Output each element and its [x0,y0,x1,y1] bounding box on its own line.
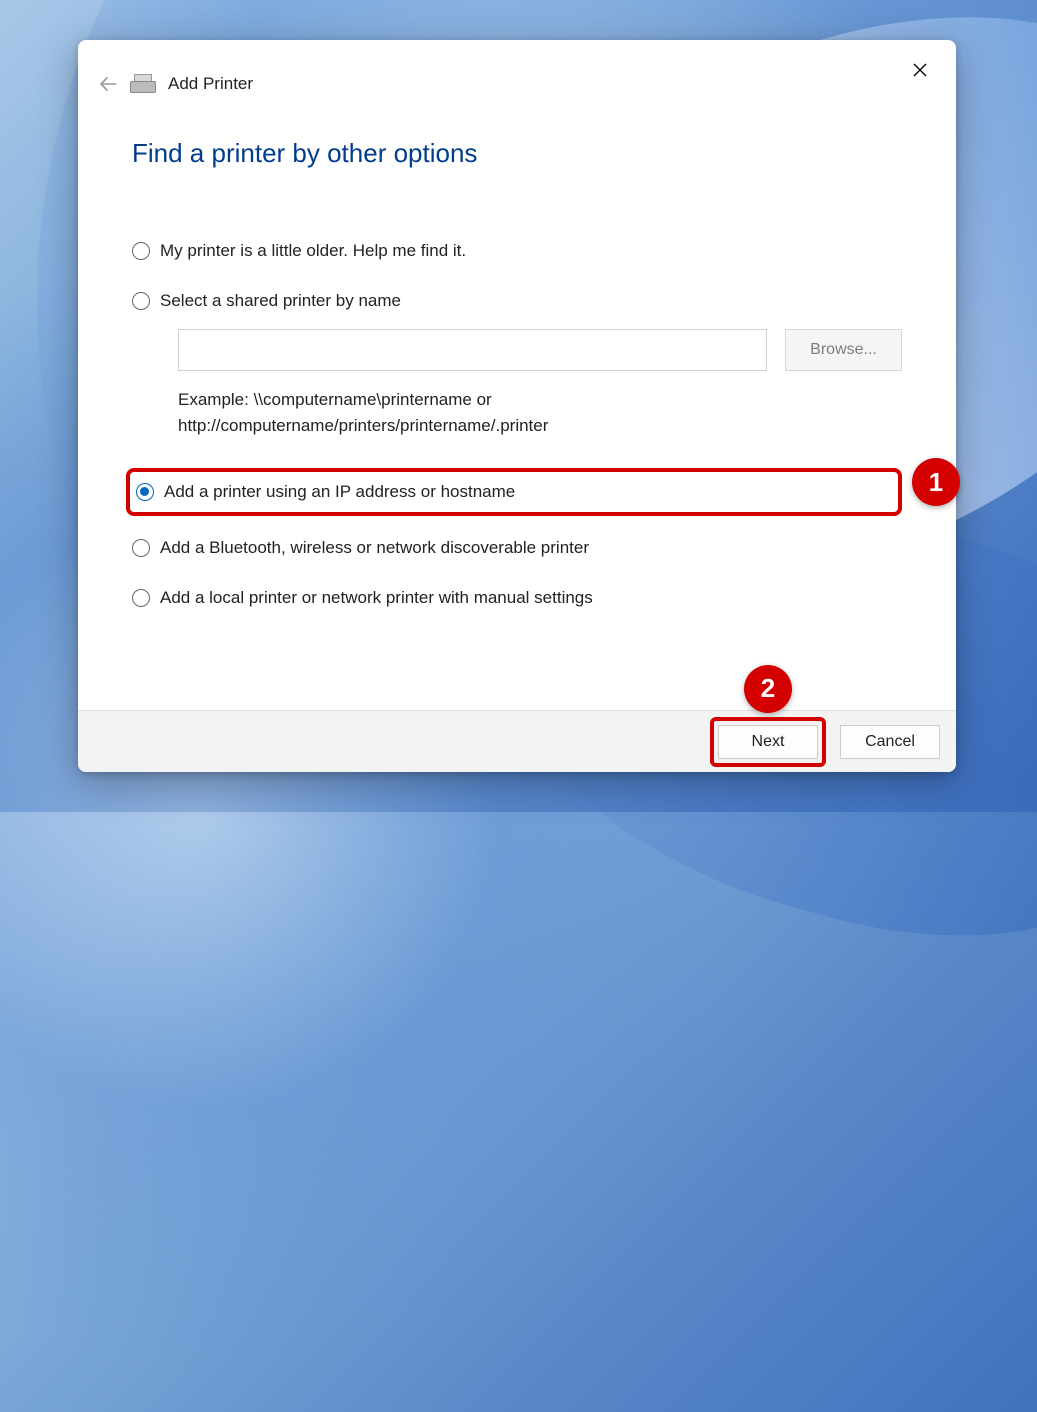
radio-icon [132,589,150,607]
radio-icon [132,539,150,557]
example-line: Example: \\computername\printername or [178,387,902,413]
option-ip-hostname[interactable]: Add a printer using an IP address or hos… [136,482,515,502]
option-label: Add a Bluetooth, wireless or network dis… [160,538,589,558]
example-line: http://computername/printers/printername… [178,413,902,439]
option-shared-printer[interactable]: Select a shared printer by name [132,291,902,311]
option-label: Add a printer using an IP address or hos… [164,482,515,502]
dialog-content: Find a printer by other options My print… [78,98,956,710]
dialog-header: Add Printer [78,40,956,98]
next-button[interactable]: Next [718,725,818,759]
printer-icon [130,74,154,94]
option-label: My printer is a little older. Help me fi… [160,241,466,261]
example-text: Example: \\computername\printername or h… [178,387,902,438]
option-label: Add a local printer or network printer w… [160,588,593,608]
dialog-footer: Next 2 Cancel [78,710,956,772]
cancel-button[interactable]: Cancel [840,725,940,759]
radio-icon-checked [136,483,154,501]
close-icon [912,62,928,78]
add-printer-dialog: Add Printer Find a printer by other opti… [78,40,956,772]
shared-printer-subarea: Browse... Example: \\computername\printe… [178,329,902,438]
option-local-manual[interactable]: Add a local printer or network printer w… [132,588,902,608]
dialog-title: Add Printer [168,74,253,94]
annotation-highlight-1: Add a printer using an IP address or hos… [126,468,902,516]
option-label: Select a shared printer by name [160,291,401,311]
radio-group: My printer is a little older. Help me fi… [132,241,902,608]
shared-input-row: Browse... [178,329,902,371]
annotation-highlight-2: Next 2 [710,717,826,767]
browse-button[interactable]: Browse... [785,329,902,371]
option-older-printer[interactable]: My printer is a little older. Help me fi… [132,241,902,261]
option-bluetooth-wireless[interactable]: Add a Bluetooth, wireless or network dis… [132,538,902,558]
annotation-badge-1: 1 [912,458,960,506]
radio-icon [132,242,150,260]
annotation-badge-2: 2 [744,665,792,713]
shared-printer-name-input[interactable] [178,329,767,371]
page-heading: Find a printer by other options [132,138,902,169]
close-button[interactable] [904,54,936,86]
arrow-left-icon [98,76,118,92]
radio-icon [132,292,150,310]
back-button[interactable] [94,70,122,98]
